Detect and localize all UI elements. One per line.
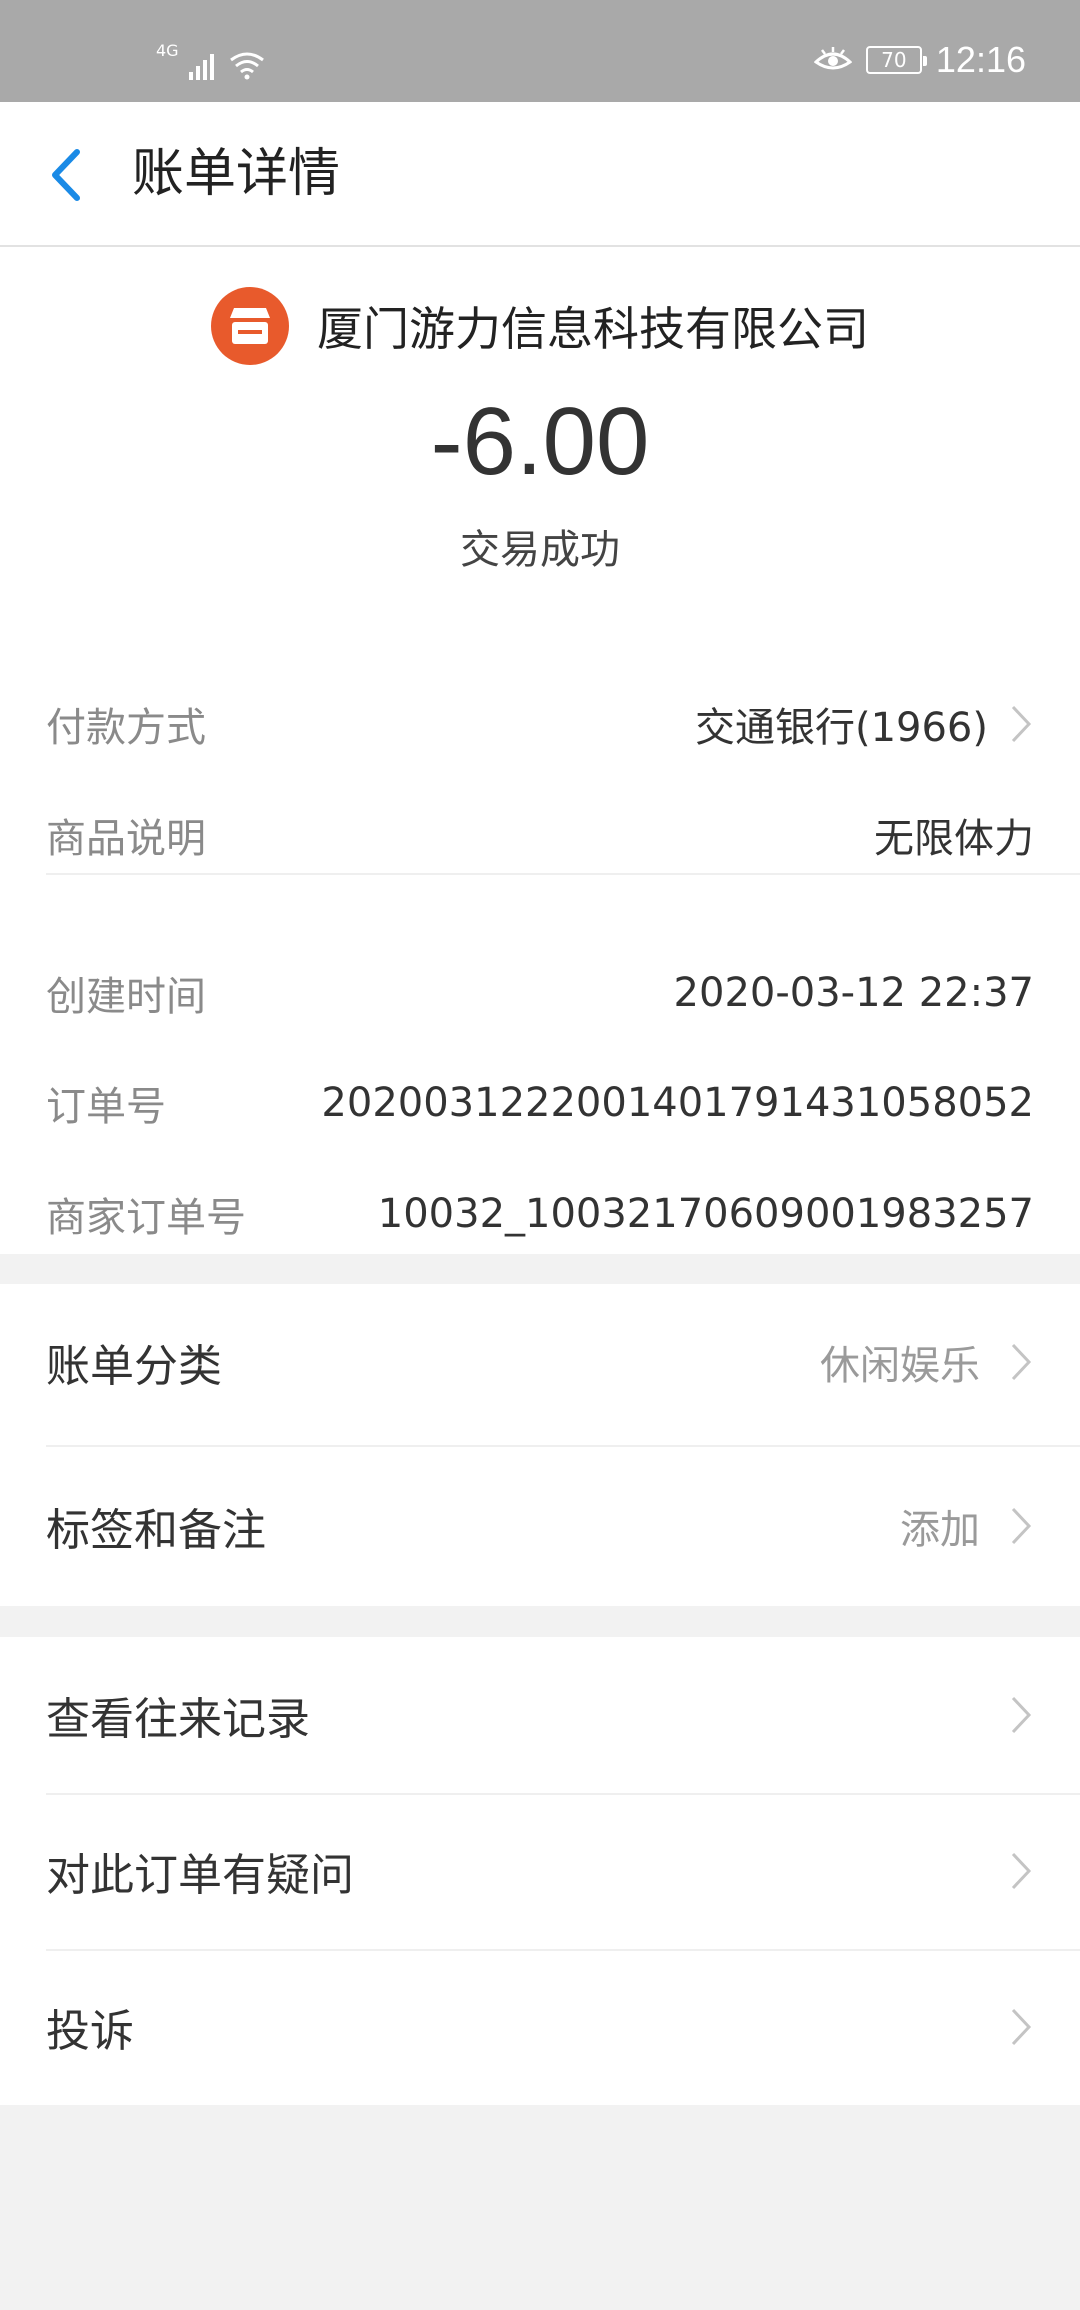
order-number-label: 订单号 xyxy=(46,1084,166,1130)
view-history-row[interactable]: 查看往来记录 xyxy=(46,1637,1034,1793)
transaction-status: 交易成功 xyxy=(460,527,620,573)
product-value: 无限体力 xyxy=(874,816,1034,862)
chevron-right-icon xyxy=(1008,1340,1034,1384)
app-header: 账单详情 xyxy=(0,102,1080,247)
chevron-right-icon xyxy=(1008,702,1034,746)
page-title: 账单详情 xyxy=(132,144,341,204)
divider xyxy=(46,1445,1080,1447)
order-question-row[interactable]: 对此订单有疑问 xyxy=(46,1793,1034,1949)
created-time-label: 创建时间 xyxy=(46,974,206,1020)
tags-notes-label: 标签和备注 xyxy=(46,1505,266,1556)
product-label: 商品说明 xyxy=(46,816,206,862)
complaint-label: 投诉 xyxy=(46,2006,134,2057)
tags-notes-value: 添加 xyxy=(900,1507,980,1553)
payment-method-label: 付款方式 xyxy=(46,705,206,751)
bill-detail-card: 厦门游力信息科技有限公司 -6.00 交易成功 付款方式 交通银行(1966) … xyxy=(0,247,1080,1254)
payment-method-row[interactable]: 付款方式 交通银行(1966) xyxy=(46,684,1034,764)
chevron-right-icon xyxy=(1008,1693,1034,1737)
merchant-order-value: 10032_10032170609001983257 xyxy=(377,1191,1034,1237)
product-row: 商品说明 无限体力 xyxy=(46,795,1034,875)
created-time-value: 2020-03-12 22:37 xyxy=(673,970,1034,1016)
payment-method-value: 交通银行(1966) xyxy=(694,705,988,751)
wifi-icon xyxy=(229,52,264,80)
tags-notes-row[interactable]: 标签和备注 添加 xyxy=(46,1448,1034,1604)
network-label: 4G xyxy=(156,41,179,60)
status-left: 4G xyxy=(156,40,265,80)
bill-category-label: 账单分类 xyxy=(46,1341,222,1392)
status-right: 70 12:16 xyxy=(813,39,1026,80)
order-number-row: 订单号 2020031222001401791431058052 xyxy=(46,1063,1034,1143)
category-section: 账单分类 休闲娱乐 标签和备注 添加 xyxy=(0,1284,1080,1606)
chevron-right-icon xyxy=(1008,1504,1034,1548)
battery-level: 70 xyxy=(881,48,907,72)
bill-category-value: 休闲娱乐 xyxy=(820,1343,980,1389)
merchant-name: 厦门游力信息科技有限公司 xyxy=(317,302,869,356)
merchant-logo xyxy=(211,287,289,365)
chevron-right-icon xyxy=(1008,2005,1034,2049)
status-bar: 4G 70 12:16 xyxy=(0,0,1080,102)
merchant-header: 厦门游力信息科技有限公司 xyxy=(0,287,1080,365)
chevron-right-icon xyxy=(1008,1849,1034,1893)
actions-section: 查看往来记录 对此订单有疑问 投诉 xyxy=(0,1637,1080,2105)
merchant-order-row: 商家订单号 10032_10032170609001983257 xyxy=(46,1174,1034,1254)
battery-icon: 70 xyxy=(865,46,927,74)
order-question-label: 对此订单有疑问 xyxy=(46,1850,354,1901)
merchant-order-label: 商家订单号 xyxy=(46,1195,246,1241)
transaction-amount: -6.00 xyxy=(430,388,650,495)
created-time-row: 创建时间 2020-03-12 22:37 xyxy=(46,953,1034,1033)
eye-icon xyxy=(813,47,852,70)
back-button[interactable] xyxy=(36,140,96,210)
clock: 12:16 xyxy=(935,39,1026,80)
order-number-value: 2020031222001401791431058052 xyxy=(321,1080,1034,1126)
chevron-left-icon xyxy=(52,149,80,201)
bill-category-row[interactable]: 账单分类 休闲娱乐 xyxy=(46,1284,1034,1440)
divider xyxy=(46,873,1080,875)
view-history-label: 查看往来记录 xyxy=(46,1694,310,1745)
complaint-row[interactable]: 投诉 xyxy=(46,1949,1034,2105)
store-icon xyxy=(230,308,270,344)
signal-icon xyxy=(188,54,214,80)
